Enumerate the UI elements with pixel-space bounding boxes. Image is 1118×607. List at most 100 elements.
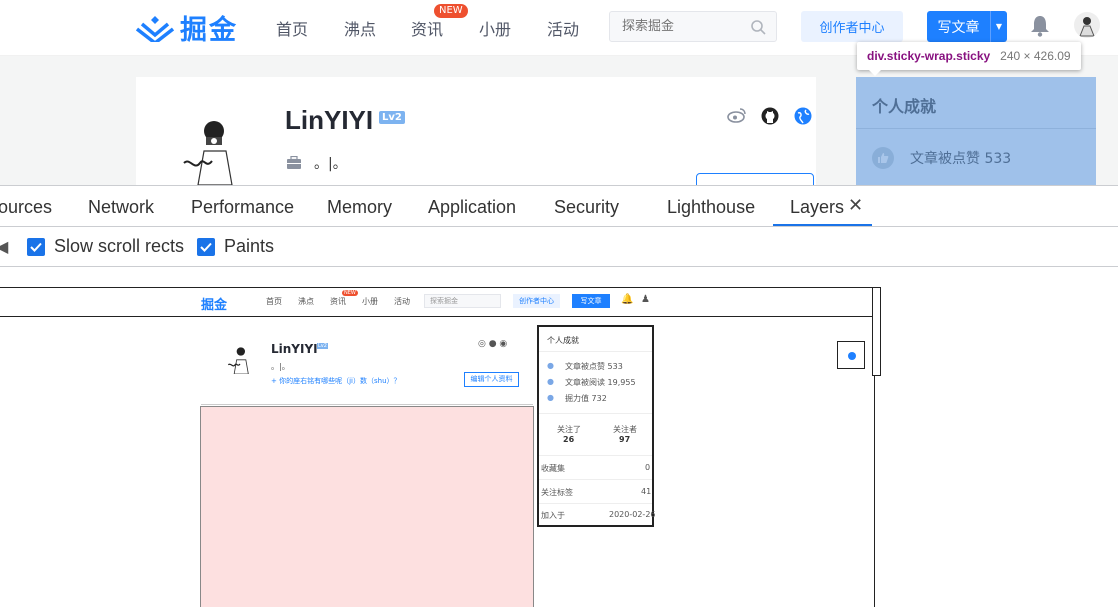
edit-profile-button[interactable] <box>696 173 814 185</box>
mini-search: 探索掘金 <box>424 294 501 308</box>
profile-job: 。|。 <box>314 156 347 172</box>
mini-creator-button: 创作者中心 <box>513 294 560 308</box>
mini-profile-job: 。|。 <box>271 362 290 371</box>
weibo-icon[interactable] <box>727 107 747 123</box>
mini-profile-card: LinYIYI Lv2 。|。 + 你的座右铭有哪些呢（ji）数（shu）？ ◎… <box>201 326 533 405</box>
mini-logo: 掘金 <box>201 298 228 313</box>
tab-application[interactable]: Application <box>428 197 516 218</box>
nav-news[interactable]: 资讯 <box>411 16 443 40</box>
profile-card: LinYIYI Lv2 。|。 <box>136 77 816 185</box>
new-badge: NEW <box>434 4 468 18</box>
mini-level-badge: Lv2 <box>317 343 328 349</box>
mini-nav-news: 资讯 <box>330 297 346 306</box>
mini-row-label: 关注标签 <box>541 488 573 497</box>
mini-following-label: 关注了 <box>557 425 581 434</box>
profile-name: LinYIYI <box>285 105 374 135</box>
profile-avatar[interactable] <box>176 113 248 185</box>
search-input[interactable] <box>610 12 740 41</box>
slow-scroll-rects-checkbox[interactable]: Slow scroll rects <box>27 236 184 257</box>
mini-followers-label: 关注者 <box>613 425 637 434</box>
creator-center-button[interactable]: 创作者中心 <box>801 11 903 42</box>
devtools-panel: ources Network Performance Memory Applic… <box>0 185 1118 607</box>
mini-sticky-layer[interactable]: 个人成就 ● 文章被点赞 533 ● 文章被阅读 19,955 ● 掘力值 73… <box>537 325 656 527</box>
write-article-button[interactable]: 写文章 ▼ <box>927 11 1007 42</box>
mini-row-label: 加入于 <box>541 511 565 520</box>
mini-row-value: 0 <box>645 463 651 472</box>
nav-events[interactable]: 活动 <box>547 16 579 40</box>
paint-flash-region <box>200 406 534 607</box>
mini-eye-icon: ● <box>547 377 554 386</box>
inspector-selector: div.sticky-wrap.sticky <box>867 49 991 63</box>
close-tab-icon[interactable]: ✕ <box>848 195 863 216</box>
level-badge: Lv2 <box>379 111 405 124</box>
github-icon[interactable] <box>761 107 779 125</box>
layers-toolbar: ◀ Slow scroll rects Paints <box>0 227 1118 267</box>
mini-nav-books: 小册 <box>362 297 378 306</box>
logo-text: 掘金 <box>180 14 238 46</box>
chevron-down-icon[interactable]: ▼ <box>991 11 1007 42</box>
mini-profile-bio: + 你的座右铭有哪些呢（ji）数（shu）？ <box>271 377 401 385</box>
layers-3d-view[interactable]: 掘金 首页 沸点 资讯 NEW 小册 活动 探索掘金 创作者中心 写文章 🔔 ♟… <box>0 267 1118 607</box>
mini-following-count: 26 <box>563 435 575 444</box>
likes-stat: 文章被点赞 533 <box>872 147 1011 169</box>
achievement-panel-highlighted: 个人成就 文章被点赞 533 <box>856 77 1096 185</box>
website-viewport: 掘金 首页 沸点 资讯 NEW 小册 活动 创作者中心 写文章 ▼ <box>0 0 1118 185</box>
likes-label: 文章被点赞 533 <box>910 151 1012 167</box>
globe-icon[interactable] <box>794 107 812 125</box>
search-box <box>609 11 777 42</box>
mini-avatar <box>227 347 249 374</box>
mini-achievement-title: 个人成就 <box>547 336 579 345</box>
active-tab-indicator <box>773 224 872 226</box>
tab-sources[interactable]: ources <box>0 197 52 218</box>
inspector-dimensions: 240 × 426.09 <box>1000 49 1071 63</box>
mini-new-badge: NEW <box>342 290 358 296</box>
mini-followers-count: 97 <box>619 435 631 444</box>
header-layer-outline <box>0 316 876 317</box>
avatar-illustration-icon <box>1079 17 1095 37</box>
mini-bell-icon: 🔔 <box>621 294 634 305</box>
mini-nav-pins: 沸点 <box>298 297 314 306</box>
tab-layers[interactable]: Layers <box>790 197 844 218</box>
notification-bell-icon[interactable] <box>1030 15 1050 37</box>
user-avatar[interactable] <box>1074 12 1100 38</box>
element-inspector-tooltip: div.sticky-wrap.sticky 240 × 426.09 <box>857 42 1081 76</box>
mini-avatar-icon: ♟ <box>641 294 650 305</box>
arrow-left-icon[interactable]: ◀ <box>0 237 8 256</box>
mini-stat-likes: 文章被点赞 533 <box>565 362 623 371</box>
mini-row-value: 41 <box>641 487 652 496</box>
mini-thumbs-up-icon: ● <box>547 361 554 370</box>
mini-stat-reads: 文章被阅读 19,955 <box>565 378 636 387</box>
write-article-label[interactable]: 写文章 <box>927 11 991 42</box>
search-icon[interactable] <box>750 19 766 35</box>
thumbs-up-icon <box>872 147 894 169</box>
nav-pins[interactable]: 沸点 <box>344 16 376 40</box>
tooltip-arrow <box>869 70 881 76</box>
mini-row-label: 收藏集 <box>541 464 565 473</box>
tab-memory[interactable]: Memory <box>327 197 392 218</box>
briefcase-icon <box>287 156 301 169</box>
juejin-logo-icon <box>136 16 174 42</box>
page-layer-outline[interactable]: 掘金 首页 沸点 资讯 NEW 小册 活动 探索掘金 创作者中心 写文章 🔔 ♟… <box>0 287 876 607</box>
tab-lighthouse[interactable]: Lighthouse <box>667 197 755 218</box>
tab-security[interactable]: Security <box>554 197 619 218</box>
tab-performance[interactable]: Performance <box>191 197 294 218</box>
paints-checkbox[interactable]: Paints <box>197 236 274 257</box>
checkbox-checked-icon[interactable] <box>197 237 215 256</box>
mini-power-icon: ● <box>547 393 554 402</box>
nav-books[interactable]: 小册 <box>479 16 511 40</box>
devtools-tab-bar: ources Network Performance Memory Applic… <box>0 185 1118 227</box>
mini-write-button: 写文章 <box>572 294 610 308</box>
tab-network[interactable]: Network <box>88 197 154 218</box>
mini-social-icons: ◎ ● ◉ <box>478 339 508 349</box>
nav-home[interactable]: 首页 <box>276 16 308 40</box>
mini-row-value: 2020-02-26 <box>609 510 656 519</box>
mini-nav-home: 首页 <box>266 297 282 306</box>
mini-nav-events: 活动 <box>394 297 410 306</box>
juejin-logo[interactable]: 掘金 <box>136 10 238 46</box>
divider <box>856 128 1096 129</box>
checkbox-checked-icon[interactable] <box>27 237 45 256</box>
paints-label: Paints <box>224 236 275 256</box>
mini-edit-button: 编辑个人资料 <box>464 372 519 387</box>
mini-floating-layer[interactable] <box>837 341 865 369</box>
scrollbar-layer-outline[interactable] <box>872 287 881 376</box>
